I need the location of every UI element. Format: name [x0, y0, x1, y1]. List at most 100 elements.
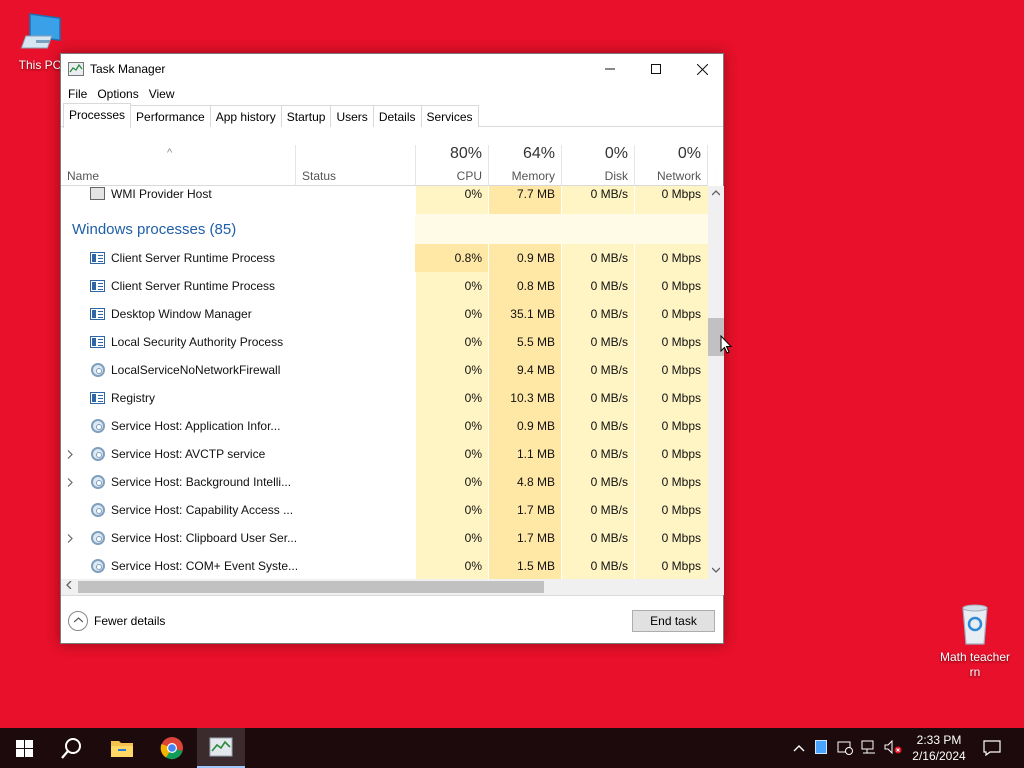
column-header-name[interactable]: ^ Name: [61, 145, 295, 186]
desktop-icon-recycle-bin[interactable]: Math teacher rn: [935, 600, 1015, 680]
tab-startup[interactable]: Startup: [280, 105, 332, 127]
expand-chevron-icon[interactable]: [67, 468, 73, 496]
table-row[interactable]: Service Host: COM+ Event Syste... 0% 1.5 M…: [61, 552, 708, 579]
cell-net: 0 Mbps: [661, 251, 701, 265]
cell-mem: 10.3 MB: [510, 391, 555, 405]
cell-cpu: 0%: [464, 559, 482, 573]
action-center-button[interactable]: [968, 728, 1016, 768]
expand-chevron-icon[interactable]: [67, 524, 73, 552]
disk-total-percent: 0%: [604, 145, 628, 162]
minimize-icon: [605, 68, 615, 70]
cell-cpu: 0%: [464, 307, 482, 321]
tab-performance[interactable]: Performance: [130, 105, 211, 127]
group-label: Windows processes (85): [72, 221, 237, 238]
tray-app-icon[interactable]: [809, 739, 833, 757]
fewer-details-label: Fewer details: [94, 614, 166, 628]
table-row[interactable]: Service Host: Background Intelli... 0% 4.8…: [61, 468, 708, 496]
cell-name: Service Host: Capability Access ...: [111, 503, 294, 517]
tray-security-button[interactable]: [833, 739, 857, 758]
cell-net: 0 Mbps: [661, 531, 701, 545]
menu-options[interactable]: Options: [92, 84, 143, 104]
table-row[interactable]: Service Host: AVCTP service 0% 1.1 MB 0 MB/…: [61, 440, 708, 468]
start-button[interactable]: [0, 728, 48, 768]
tab-app-history[interactable]: App history: [209, 105, 282, 127]
table-row[interactable]: LocalServiceNoNetworkFirewall 0% 9.4 MB 0 M…: [61, 356, 708, 384]
table-row[interactable]: Desktop Window Manager 0% 35.1 MB 0 MB/s 0 M…: [61, 300, 708, 328]
clock[interactable]: 2:33 PM 2/16/2024: [905, 732, 973, 764]
wmi-icon: [90, 187, 105, 200]
close-button[interactable]: [679, 54, 725, 84]
task-manager-icon: [209, 737, 233, 757]
app-window-icon: [90, 336, 105, 348]
file-explorer-button[interactable]: [98, 728, 146, 768]
tab-services[interactable]: Services: [420, 105, 479, 127]
task-manager-taskbar-button[interactable]: [197, 728, 245, 768]
end-task-button[interactable]: End task: [632, 610, 715, 632]
table-row[interactable]: Client Server Runtime Process 0.8% 0.9 MB 0…: [61, 244, 708, 272]
app-window-icon: [90, 308, 105, 320]
horizontal-scroll-thumb[interactable]: [78, 581, 544, 593]
cell-cpu: 0%: [464, 447, 482, 461]
clock-date: 2/16/2024: [912, 749, 966, 763]
app-window-icon: [90, 280, 105, 292]
app-window-icon: [90, 392, 105, 404]
menu-file[interactable]: File: [63, 84, 92, 104]
cell-disk: 0 MB/s: [590, 251, 628, 265]
tablet-icon: [815, 739, 827, 754]
title-bar[interactable]: Task Manager: [61, 54, 723, 84]
column-header-memory[interactable]: 64% Memory: [488, 145, 561, 186]
maximize-button[interactable]: [633, 54, 679, 84]
cell-mem: 9.4 MB: [516, 363, 555, 377]
fewer-details-button[interactable]: Fewer details: [68, 611, 165, 631]
task-manager-window: Task Manager File Options View Processes…: [60, 53, 724, 644]
chrome-button[interactable]: [148, 728, 196, 768]
column-header-disk[interactable]: 0% Disk: [561, 145, 634, 186]
table-row[interactable]: Service Host: Capability Access ... 0% 1.7…: [61, 496, 708, 524]
cell-mem: 4.8 MB: [516, 475, 555, 489]
cell-name: Desktop Window Manager: [111, 307, 252, 321]
notification-icon: [983, 740, 1001, 756]
table-row[interactable]: Registry 0% 10.3 MB 0 MB/s 0 Mbps: [61, 384, 708, 412]
volume-muted-icon: [884, 739, 902, 754]
search-button[interactable]: [48, 728, 96, 768]
minimize-button[interactable]: [587, 54, 633, 84]
tab-users[interactable]: Users: [330, 105, 374, 127]
scroll-up-arrow[interactable]: [708, 186, 724, 202]
table-row[interactable]: Service Host: Application Infor... 0% 0.9 …: [61, 412, 708, 440]
expand-chevron-icon[interactable]: [67, 440, 73, 468]
show-hidden-icons-button[interactable]: [789, 741, 809, 755]
tab-processes[interactable]: Processes: [63, 103, 132, 128]
menu-view[interactable]: View: [144, 84, 180, 104]
scroll-left-arrow[interactable]: [61, 579, 77, 595]
column-header-network[interactable]: 0% Network: [634, 145, 707, 186]
menu-bar: File Options View: [61, 84, 723, 104]
cell-net: 0 Mbps: [661, 307, 701, 321]
scroll-down-arrow[interactable]: [708, 563, 724, 579]
table-row[interactable]: WMI Provider Host 0% 7.7 MB 0 MB/s 0 Mbp…: [61, 186, 708, 208]
network-button[interactable]: [857, 740, 881, 757]
column-header-cpu[interactable]: 80% CPU: [415, 145, 488, 186]
cell-name: Client Server Runtime Process: [111, 279, 276, 293]
cell-disk: 0 MB/s: [590, 307, 628, 321]
footer-bar: Fewer details End task: [61, 595, 723, 643]
cell-name: Client Server Runtime Process: [111, 251, 276, 265]
recycle-bin-icon: [951, 600, 999, 648]
table-row[interactable]: Local Security Authority Process 0% 5.5 MB…: [61, 328, 708, 356]
start-icon: [15, 739, 33, 757]
tab-details[interactable]: Details: [372, 105, 422, 127]
chrome-icon: [160, 737, 183, 760]
cell-disk: 0 MB/s: [590, 559, 628, 573]
table-row[interactable]: Service Host: Clipboard User Ser... 0% 1.7…: [61, 524, 708, 552]
table-row[interactable]: Client Server Runtime Process 0% 0.8 MB 0 M…: [61, 272, 708, 300]
column-header-power[interactable]: P: [707, 145, 717, 186]
gear-icon: [91, 363, 105, 377]
volume-button[interactable]: [881, 739, 905, 757]
cell-name: Service Host: Application Infor...: [111, 419, 281, 433]
column-header-status[interactable]: Status: [295, 145, 415, 186]
cell-net: 0 Mbps: [661, 475, 701, 489]
cell-mem: 1.5 MB: [516, 559, 555, 573]
horizontal-scrollbar[interactable]: [61, 579, 708, 595]
group-header-windows-processes[interactable]: Windows processes (85): [61, 214, 708, 244]
vertical-scrollbar[interactable]: [708, 186, 724, 579]
cell-disk: 0 MB/s: [590, 335, 628, 349]
